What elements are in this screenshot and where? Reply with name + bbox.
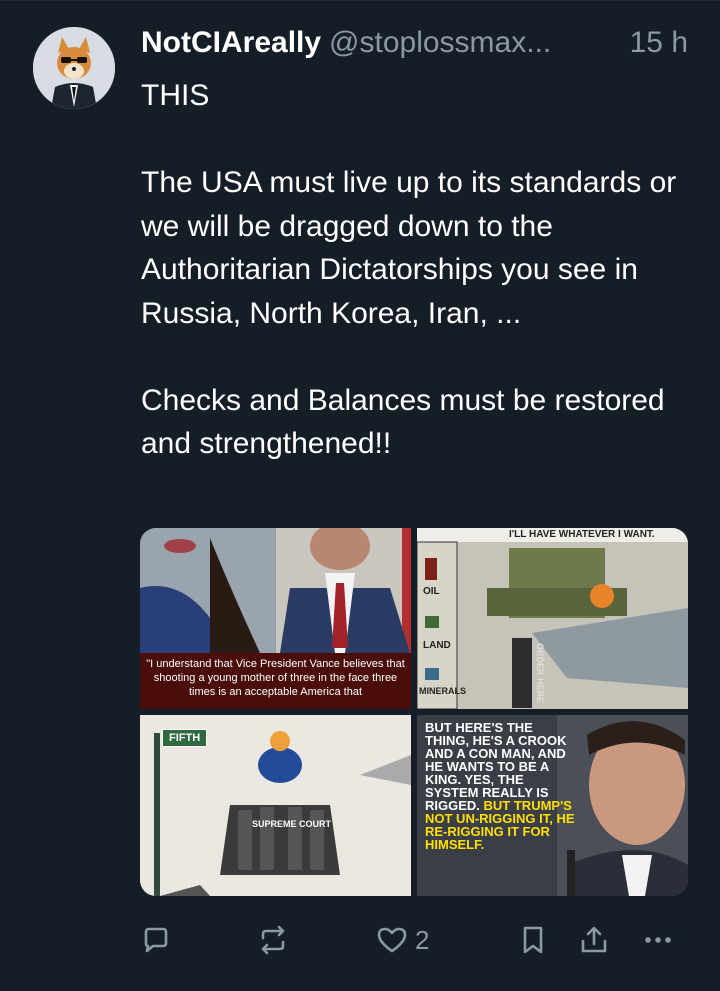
bookmark-button[interactable] [518, 918, 548, 962]
image-2-minerals-label: MINERALS [419, 686, 466, 696]
media-image-4[interactable]: BUT HERE'S THE THING, HE'S A CROOK AND A… [417, 715, 688, 896]
author-name[interactable]: NotCIAreally [141, 26, 321, 59]
more-options-icon [640, 924, 676, 956]
like-button[interactable]: 2 [375, 918, 429, 962]
heart-icon [375, 924, 409, 956]
media-image-1[interactable]: "I understand that Vice President Vance … [140, 528, 411, 709]
share-button[interactable] [578, 918, 610, 962]
image-2-top-text: I'LL HAVE WHATEVER I WANT. [509, 529, 655, 540]
media-image-2[interactable]: I'LL HAVE WHATEVER I WANT. OIL LAND MINE… [417, 528, 688, 709]
image-2-oil-label: OIL [423, 586, 440, 597]
image-3-street-sign: FIFTH [162, 729, 208, 747]
post-time[interactable]: 15 h [630, 26, 688, 60]
share-icon [578, 924, 610, 956]
post-text: THIS The USA must live up to its standar… [141, 79, 677, 460]
repost-button[interactable] [256, 918, 290, 962]
like-count: 2 [415, 924, 430, 955]
avatar[interactable] [33, 27, 115, 109]
image-2-order-label: ORDER HERE [535, 643, 545, 704]
author-handle[interactable]: @stoplossmax... [329, 26, 551, 59]
image-1-caption: "I understand that Vice President Vance … [140, 653, 411, 709]
top-divider [0, 0, 720, 1]
more-options-button[interactable] [640, 918, 676, 962]
action-bar: 2 [0, 918, 720, 962]
image-2-land-label: LAND [423, 640, 451, 651]
reply-button[interactable] [140, 918, 172, 962]
post-header: NotCIAreally @stoplossmax... 15 h [141, 26, 701, 66]
media-grid: "I understand that Vice President Vance … [140, 528, 688, 896]
repost-icon [256, 924, 290, 956]
media-image-3[interactable]: FIFTH SUPREME COURT [140, 715, 411, 896]
image-4-text: BUT HERE'S THE THING, HE'S A CROOK AND A… [425, 721, 575, 851]
image-3-court-label: SUPREME COURT [252, 819, 332, 829]
bookmark-icon [518, 924, 548, 956]
reply-icon [140, 924, 172, 956]
